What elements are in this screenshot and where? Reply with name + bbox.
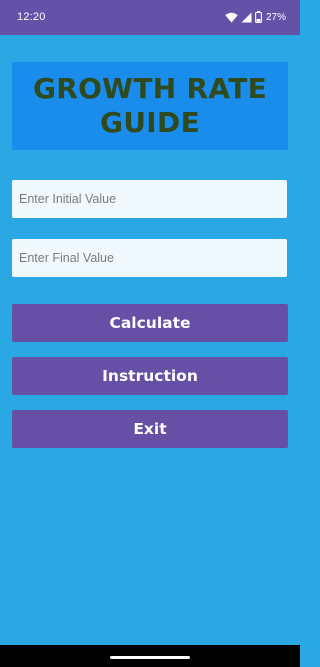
instruction-button[interactable]: Instruction bbox=[12, 357, 288, 395]
status-icons: 27% bbox=[225, 8, 286, 26]
battery-percent: 27% bbox=[265, 11, 286, 23]
home-gesture-handle[interactable] bbox=[110, 656, 190, 659]
final-value-input[interactable] bbox=[12, 239, 287, 277]
exit-button[interactable]: Exit bbox=[12, 410, 288, 448]
navigation-bar bbox=[0, 645, 300, 667]
status-time: 12:20 bbox=[17, 11, 46, 23]
battery-icon bbox=[255, 11, 262, 23]
signal-icon bbox=[241, 12, 252, 23]
calculate-button[interactable]: Calculate bbox=[12, 304, 288, 342]
status-bar: 12:20 27% bbox=[0, 0, 300, 35]
title-banner: GROWTH RATE GUIDE bbox=[12, 62, 288, 150]
wifi-icon bbox=[225, 12, 238, 23]
title-line-2: GUIDE bbox=[99, 106, 200, 139]
title-line-1: GROWTH RATE bbox=[32, 72, 268, 105]
initial-value-input[interactable] bbox=[12, 180, 287, 218]
